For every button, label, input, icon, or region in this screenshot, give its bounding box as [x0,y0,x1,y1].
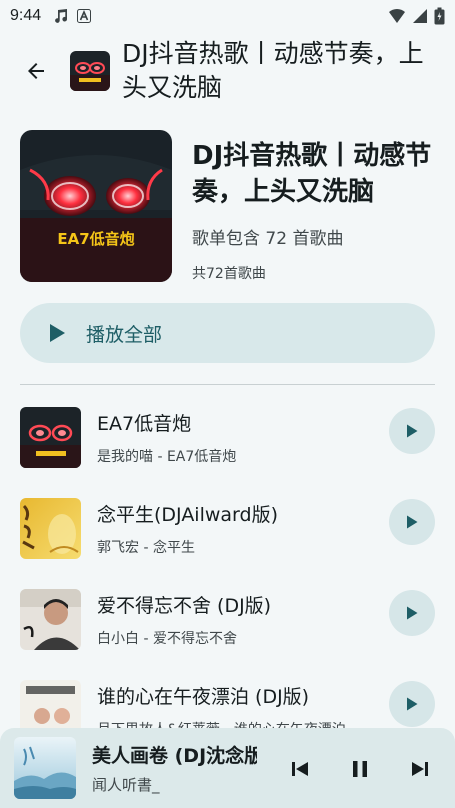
play-all-label: 播放全部 [86,323,163,346]
playlist-song-count: 共72首歌曲 [192,266,266,282]
arrow-back-icon [28,63,44,79]
cover-caption: EA7低音炮 [57,230,134,248]
top-app-bar: DJ抖音热歌丨动感节奏，上头又洗脑 [0,34,455,108]
divider [20,384,435,385]
now-playing-title: 美人画卷 (DJ沈念版) [92,745,257,767]
song-list: EA7低音炮 是我的喵 - EA7低音炮 念平生(DJAilward版) 郭飞宏… [0,392,455,756]
list-item[interactable]: 念平生(DJAilward版) 郭飞宏 - 念平生 [0,483,455,574]
song-play-button[interactable] [389,590,435,636]
song-thumbnail [20,498,81,559]
song-title: EA7低音炮 [97,413,192,435]
play-icon [407,424,418,438]
playlist-title: DJ抖音热歌丨动感节奏，上头又洗脑 [192,141,432,207]
play-icon [407,515,418,529]
song-artist: 白小白 - 爱不得忘不舍 [97,631,237,647]
song-title: 谁的心在午夜漂泊 (DJ版) [97,686,310,708]
song-thumbnail [20,589,81,650]
cell-signal-icon [413,9,427,23]
skip-next-button[interactable] [399,748,441,790]
list-item[interactable]: 爱不得忘不舍 (DJ版) 白小白 - 爱不得忘不舍 [0,574,455,665]
playlist-subtitle: 歌单包含 72 首歌曲 [192,229,344,249]
song-artist: 郭飞宏 - 念平生 [97,540,195,556]
page-title: DJ抖音热歌丨动感节奏，上头又洗脑 [122,39,424,102]
skip-previous-icon [292,762,308,776]
song-artist: 是我的喵 - EA7低音炮 [97,449,237,465]
playlist-cover: EA7低音炮 [20,130,172,282]
pause-button[interactable] [339,748,381,790]
playlist-thumbnail [70,51,110,91]
skip-next-icon [412,762,428,776]
song-thumbnail [20,407,81,468]
text-a-icon [77,9,92,23]
battery-icon [434,7,445,25]
song-title: 念平生(DJAilward版) [97,504,279,526]
status-bar: 9:44 [0,0,455,32]
song-play-button[interactable] [389,499,435,545]
song-title: 爱不得忘不舍 (DJ版) [97,595,272,617]
play-icon [407,606,418,620]
status-time: 9:44 [10,7,42,24]
pause-icon [353,761,367,777]
skip-previous-button[interactable] [279,748,321,790]
now-playing-artist: 闻人听書_ [92,776,160,794]
song-play-button[interactable] [389,681,435,727]
list-item[interactable]: EA7低音炮 是我的喵 - EA7低音炮 [0,392,455,483]
play-icon [407,697,418,711]
back-button[interactable] [12,47,60,95]
wifi-icon [389,8,405,23]
song-play-button[interactable] [389,408,435,454]
mini-player[interactable]: 美人画卷 (DJ沈念版) 闻人听書_ [0,728,455,808]
now-playing-thumbnail [14,737,76,799]
play-all-button[interactable]: 播放全部 [20,303,435,363]
music-note-icon [55,9,68,23]
playlist-header: EA7低音炮 DJ抖音热歌丨动感节奏，上头又洗脑 歌单包含 72 首歌曲 共72… [20,130,440,285]
play-icon [50,324,65,342]
